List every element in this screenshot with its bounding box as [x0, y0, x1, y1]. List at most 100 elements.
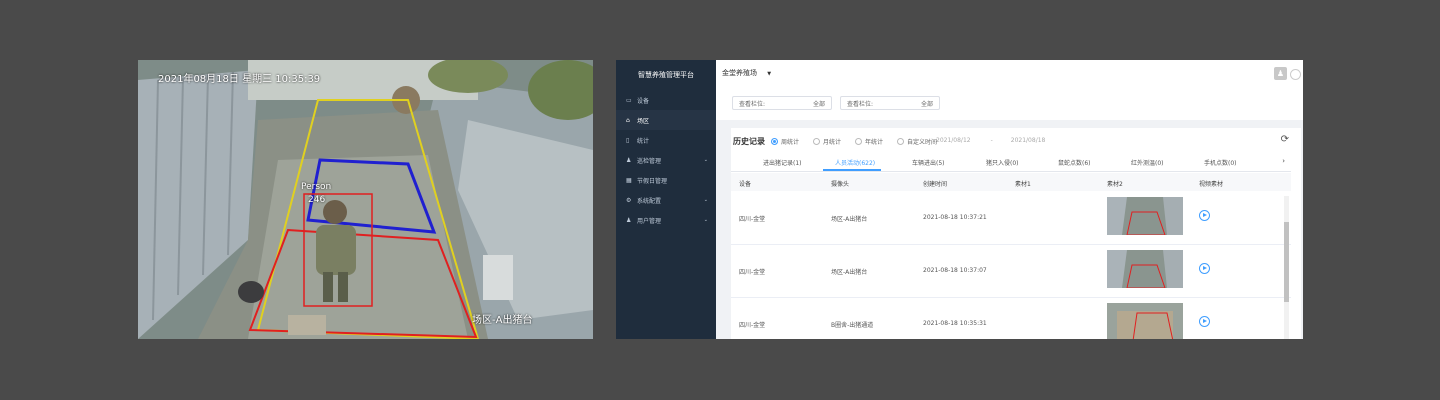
filter-label: 查看栏位: — [739, 100, 766, 108]
zone-label: 场区-A出猪台 — [472, 315, 533, 326]
cell-device: 四川-金堂 — [739, 322, 766, 329]
camera-timestamp: 2021年08月18日 星期三 10:35:39 — [158, 74, 321, 85]
sidebar-item-system[interactable]: ⚙ 系统配置 ⌄ — [616, 190, 716, 210]
person-label: Person — [301, 182, 332, 192]
period-radio-group: 周统计 月统计 年统计 自定义时间 — [771, 137, 951, 146]
filter-value: 全部 — [812, 100, 825, 108]
column-header: 视频素材 — [1199, 181, 1224, 188]
farm-selector[interactable]: 金堂养殖场 ▼ — [722, 68, 771, 78]
material-thumbnail[interactable] — [1107, 250, 1183, 288]
sidebar-item-area[interactable]: ⌂ 场区 — [616, 110, 716, 130]
column-header: 设备 — [739, 181, 752, 188]
person-id-label: 246 — [308, 195, 326, 205]
filter-bar: 查看栏位: 全部 查看栏位: 全部 — [716, 88, 1303, 120]
sidebar-item-devices[interactable]: ▭ 设备 — [616, 90, 716, 110]
app-window: 智慧养殖管理平台 ▭ 设备 ⌂ 场区 ▯ 统计 ♟ 巡检管理 ⌄ ▦ 节假日管理… — [616, 60, 1303, 339]
radio-label: 周统计 — [781, 139, 800, 146]
avatar[interactable]: ♟ — [1274, 67, 1287, 80]
sidebar-item-users[interactable]: ♟ 用户管理 ⌄ — [616, 210, 716, 230]
radio-label: 月统计 — [823, 139, 842, 146]
radio-month[interactable]: 月统计 — [813, 137, 841, 146]
sidebar-item-label: 统计 — [637, 137, 650, 145]
sidebar-item-holidays[interactable]: ▦ 节假日管理 — [616, 170, 716, 190]
calendar-icon: ▦ — [626, 176, 632, 184]
cell-camera: 场区-A出猪台 — [831, 216, 868, 223]
cell-time: 2021-08-18 10:37:07 — [923, 267, 987, 274]
material-thumbnail[interactable] — [1107, 197, 1183, 235]
camera-scene — [138, 60, 593, 339]
caret-down-icon: ▼ — [767, 71, 772, 77]
gear-icon: ⚙ — [626, 196, 632, 204]
radio-year[interactable]: 年统计 — [855, 137, 883, 146]
sidebar-item-label: 用户管理 — [637, 217, 662, 225]
top-bar: 金堂养殖场 ▼ ♟ — [716, 60, 1303, 89]
tab-pig-records[interactable]: 进出猪记录(1) — [763, 158, 802, 167]
radio-dot — [855, 138, 863, 145]
radio-dot — [771, 138, 778, 145]
tab-rodent[interactable]: 鼠蛇点数(6) — [1058, 158, 1091, 167]
filter-value: 全部 — [920, 100, 933, 108]
radio-week[interactable]: 周统计 — [771, 137, 799, 146]
sidebar-item-stats[interactable]: ▯ 统计 — [616, 130, 716, 150]
cell-camera: 场区-A出猪台 — [831, 269, 868, 276]
user-group-icon: ♟ — [626, 156, 632, 164]
camera-feed: 2021年08月18日 星期三 10:35:39 Person 246 场区-A… — [138, 60, 593, 339]
thumbnail-image — [1107, 303, 1183, 339]
table-header: 设备 摄像头 创建时间 素材1 素材2 视频素材 — [731, 173, 1291, 191]
tab-intrusion[interactable]: 猪只入侵(0) — [986, 158, 1019, 167]
table-row: 四川-金堂 B圈舍-出猪通道 2021-08-18 10:35:31 — [731, 298, 1291, 339]
history-title: 历史记录 — [733, 137, 765, 146]
play-video-icon[interactable] — [1199, 210, 1210, 221]
tab-vehicles[interactable]: 车辆进出(5) — [912, 158, 945, 167]
radio-dot — [813, 138, 821, 145]
column-header: 创建时间 — [923, 181, 948, 188]
farm-selector-value: 金堂养殖场 — [722, 69, 757, 77]
home-icon: ⌂ — [626, 116, 630, 124]
radio-label: 自定义时间 — [907, 139, 938, 146]
radio-dot — [897, 138, 905, 145]
tab-active-indicator — [823, 169, 881, 171]
sidebar: 智慧养殖管理平台 ▭ 设备 ⌂ 场区 ▯ 统计 ♟ 巡检管理 ⌄ ▦ 节假日管理… — [616, 60, 716, 339]
date-range-picker[interactable]: 2021/08/12 - 2021/08/18 — [936, 137, 1045, 144]
radio-label: 年统计 — [865, 139, 884, 146]
table-row: 四川-金堂 场区-A出猪台 2021-08-18 10:37:21 — [731, 192, 1291, 245]
sidebar-item-label: 场区 — [637, 117, 650, 125]
cell-camera: B圈舍-出猪通道 — [831, 322, 874, 329]
document-icon: ▯ — [626, 136, 630, 144]
filter-select-1[interactable]: 查看栏位: 全部 — [732, 96, 832, 110]
chevron-down-icon: ⌄ — [703, 217, 708, 223]
material-thumbnail[interactable] — [1107, 303, 1183, 339]
table-row: 四川-金堂 场区-A出猪台 2021-08-18 10:37:07 — [731, 245, 1291, 298]
history-card: 历史记录 周统计 月统计 年统计 自定义时间 2021/08/12 - 2021… — [731, 128, 1301, 339]
cell-time: 2021-08-18 10:35:31 — [923, 320, 987, 327]
chevron-down-icon: ⌄ — [703, 157, 708, 163]
sidebar-item-label: 系统配置 — [637, 197, 662, 205]
circle-icon[interactable] — [1290, 69, 1301, 80]
sidebar-item-inspection[interactable]: ♟ 巡检管理 ⌄ — [616, 150, 716, 170]
thumbnail-image — [1107, 197, 1183, 235]
video-icon: ▭ — [626, 96, 632, 104]
column-header: 素材2 — [1107, 181, 1123, 188]
refresh-icon[interactable]: ⟳ — [1281, 134, 1289, 145]
play-video-icon[interactable] — [1199, 263, 1210, 274]
chevron-down-icon: ⌄ — [703, 197, 708, 203]
tab-personnel[interactable]: 人员活动(622) — [835, 158, 875, 167]
sidebar-item-label: 巡检管理 — [637, 157, 662, 165]
scrollbar-thumb[interactable] — [1284, 222, 1289, 302]
date-separator: - — [990, 137, 993, 144]
tab-phone[interactable]: 手机点数(0) — [1204, 158, 1237, 167]
cell-device: 四川-金堂 — [739, 269, 766, 276]
date-start: 2021/08/12 — [936, 137, 971, 144]
user-icon: ♟ — [626, 216, 632, 224]
radio-custom[interactable]: 自定义时间 — [897, 137, 937, 146]
filter-label: 查看栏位: — [847, 100, 874, 108]
tab-infrared[interactable]: 红外测温(0) — [1131, 158, 1164, 167]
cell-device: 四川-金堂 — [739, 216, 766, 223]
tab-bar: 进出猪记录(1) 人员活动(622) 车辆进出(5) 猪只入侵(0) 鼠蛇点数(… — [731, 154, 1291, 172]
sidebar-item-label: 设备 — [637, 97, 650, 105]
chevron-right-icon[interactable]: › — [1282, 157, 1285, 165]
play-video-icon[interactable] — [1199, 316, 1210, 327]
brand-title: 智慧养殖管理平台 — [638, 71, 694, 79]
filter-select-2[interactable]: 查看栏位: 全部 — [840, 96, 940, 110]
column-header: 素材1 — [1015, 181, 1031, 188]
